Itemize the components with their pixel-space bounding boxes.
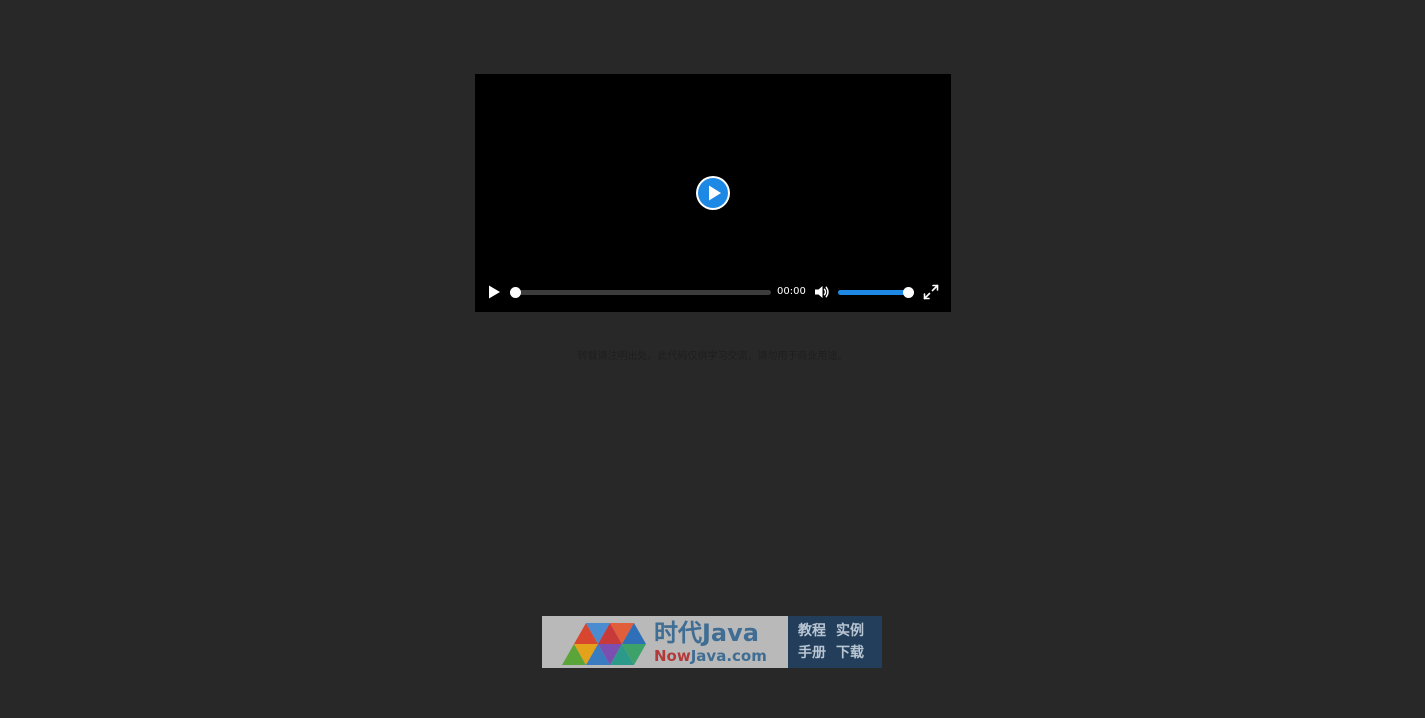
banner-domain-brand: Now [654,647,691,665]
play-circle-icon [696,176,730,210]
seek-bar[interactable] [510,287,771,298]
banner-link-tutorial[interactable]: 教程 [798,620,836,642]
triangle-logo-icon [562,623,646,665]
video-player[interactable]: 00:00 [475,74,951,312]
banner-links: 教程 实例 手册 下载 [788,616,882,668]
player-controls: 00:00 [475,280,951,304]
banner-link-download[interactable]: 下载 [836,642,874,664]
volume-slider-thumb[interactable] [903,287,914,298]
mute-button[interactable] [813,283,831,301]
volume-slider[interactable] [838,287,914,298]
current-time: 00:00 [777,286,806,297]
nowjava-banner[interactable]: 时代Java NowJava.com 教程 实例 手册 下载 [542,616,882,668]
banner-domain: NowJava.com [654,647,767,665]
seek-bar-thumb[interactable] [510,287,521,298]
volume-slider-fill [838,290,908,295]
big-play-button[interactable] [695,175,731,211]
banner-title: 时代Java [654,619,759,647]
fullscreen-icon [923,284,939,300]
fullscreen-button[interactable] [922,283,940,301]
volume-icon [815,286,829,298]
banner-link-examples[interactable]: 实例 [836,620,874,642]
banner-domain-rest: Java.com [690,647,767,665]
play-icon [489,285,500,299]
copyright-notice: 转载请注明出处。此代码仅供学习交流，请勿用于商业用途。 [577,351,848,362]
play-button[interactable] [485,283,503,301]
banner-brand: 时代Java NowJava.com [542,616,788,668]
banner-link-manual[interactable]: 手册 [798,642,836,664]
